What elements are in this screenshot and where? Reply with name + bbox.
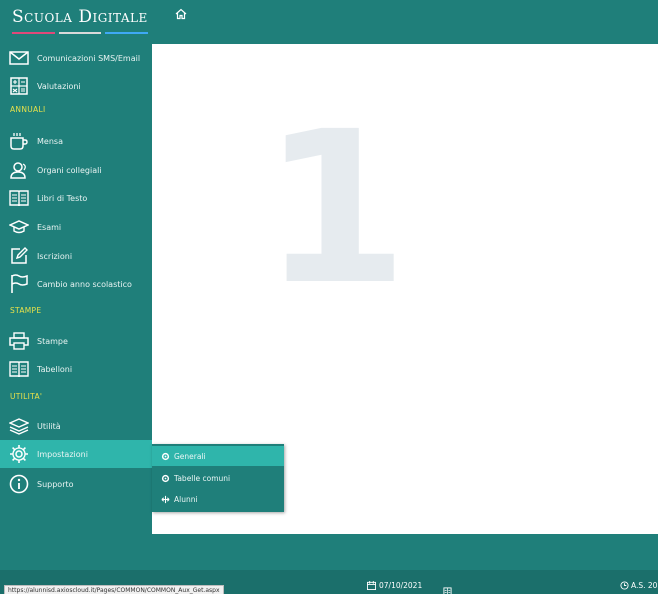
submenu-item-alunni[interactable]: Alunni bbox=[152, 489, 284, 509]
sidebar-item-utilita[interactable]: Utilità bbox=[0, 412, 152, 440]
impostazioni-submenu: Generali Tabelle comuni Alunni bbox=[152, 444, 284, 512]
brand-bar-pink bbox=[12, 32, 55, 34]
home-icon[interactable] bbox=[175, 5, 189, 20]
submenu-item-generali[interactable]: Generali bbox=[152, 446, 284, 466]
status-url: https://alunnisd.axioscloud.it/Pages/COM… bbox=[4, 585, 224, 594]
flag-icon bbox=[8, 273, 30, 295]
sidebar-item-tabelloni[interactable]: Tabelloni bbox=[0, 355, 152, 383]
move-icon bbox=[160, 494, 170, 504]
footer-date-text: 07/10/2021 bbox=[379, 581, 423, 590]
sidebar-item-label: Impostazioni bbox=[37, 449, 88, 459]
top-bar: Scuola Digitale bbox=[0, 0, 658, 44]
clock-icon bbox=[620, 581, 629, 590]
book-icon[interactable] bbox=[443, 581, 452, 594]
edit-icon bbox=[8, 245, 30, 267]
sidebar-item-stampe[interactable]: Stampe bbox=[0, 327, 152, 355]
sidebar-item-supporto[interactable]: Supporto bbox=[0, 470, 152, 498]
sidebar-item-label: Tabelloni bbox=[37, 364, 73, 374]
section-annuali: ANNUALI bbox=[10, 105, 46, 114]
submenu-item-label: Generali bbox=[174, 451, 206, 461]
sidebar: Comunicazioni SMS/Email Valutazioni ANNU… bbox=[0, 44, 152, 534]
submenu-item-tabelle-comuni[interactable]: Tabelle comuni bbox=[152, 468, 284, 488]
calculator-icon bbox=[8, 75, 30, 97]
footer-date[interactable]: 07/10/2021 bbox=[367, 581, 422, 590]
sidebar-item-label: Esami bbox=[37, 222, 62, 232]
app-brand[interactable]: Scuola Digitale bbox=[12, 7, 148, 27]
placeholder-number: 1 bbox=[262, 86, 409, 331]
brand-bar-grey bbox=[58, 32, 102, 34]
gear-icon bbox=[160, 473, 170, 483]
layers-icon bbox=[8, 415, 30, 437]
book-icon bbox=[8, 358, 30, 380]
sidebar-item-label: Mensa bbox=[37, 136, 63, 146]
brand-bar-blue bbox=[105, 32, 149, 34]
sidebar-item-valutazioni[interactable]: Valutazioni bbox=[0, 72, 152, 100]
submenu-item-label: Alunni bbox=[174, 494, 198, 504]
footer-anno-scolastico[interactable]: A.S. 20 bbox=[620, 581, 657, 590]
sidebar-item-label: Iscrizioni bbox=[37, 251, 73, 261]
app-window: Scuola Digitale Comunicazioni SMS/Email … bbox=[0, 0, 658, 594]
sidebar-item-organi-collegiali[interactable]: Organi collegiali bbox=[0, 156, 152, 184]
footer-anno-text: A.S. 20 bbox=[631, 581, 658, 590]
sidebar-item-iscrizioni[interactable]: Iscrizioni bbox=[0, 242, 152, 270]
brand-underline bbox=[12, 32, 149, 35]
sidebar-item-cambio-anno[interactable]: Cambio anno scolastico bbox=[0, 270, 152, 298]
sidebar-item-label: Organi collegiali bbox=[37, 165, 102, 175]
users-icon bbox=[8, 159, 30, 181]
sidebar-item-label: Supporto bbox=[37, 479, 74, 489]
sidebar-item-comunicazioni[interactable]: Comunicazioni SMS/Email bbox=[0, 44, 152, 72]
sidebar-item-impostazioni[interactable]: Impostazioni bbox=[0, 440, 152, 468]
sidebar-item-esami[interactable]: Esami bbox=[0, 213, 152, 241]
sidebar-item-label: Cambio anno scolastico bbox=[37, 279, 132, 289]
sidebar-item-mensa[interactable]: Mensa bbox=[0, 127, 152, 155]
sidebar-item-label: Valutazioni bbox=[37, 81, 81, 91]
calendar-icon bbox=[367, 581, 376, 590]
section-stampe: STAMPE bbox=[10, 306, 42, 315]
sidebar-item-label: Stampe bbox=[37, 336, 68, 346]
gear-icon bbox=[8, 443, 30, 465]
mail-icon bbox=[8, 47, 30, 69]
book-icon bbox=[8, 187, 30, 209]
info-icon bbox=[8, 473, 30, 495]
graduation-cap-icon bbox=[8, 216, 30, 238]
submenu-item-label: Tabelle comuni bbox=[174, 473, 231, 483]
sidebar-item-label: Comunicazioni SMS/Email bbox=[37, 53, 141, 63]
coffee-cup-icon bbox=[8, 130, 30, 152]
sidebar-item-libri-di-testo[interactable]: Libri di Testo bbox=[0, 184, 152, 212]
printer-icon bbox=[8, 330, 30, 352]
section-utilita: UTILITA' bbox=[10, 392, 43, 401]
gear-icon bbox=[160, 451, 170, 461]
sidebar-item-label: Utilità bbox=[37, 421, 61, 431]
sidebar-item-label: Libri di Testo bbox=[37, 193, 88, 203]
